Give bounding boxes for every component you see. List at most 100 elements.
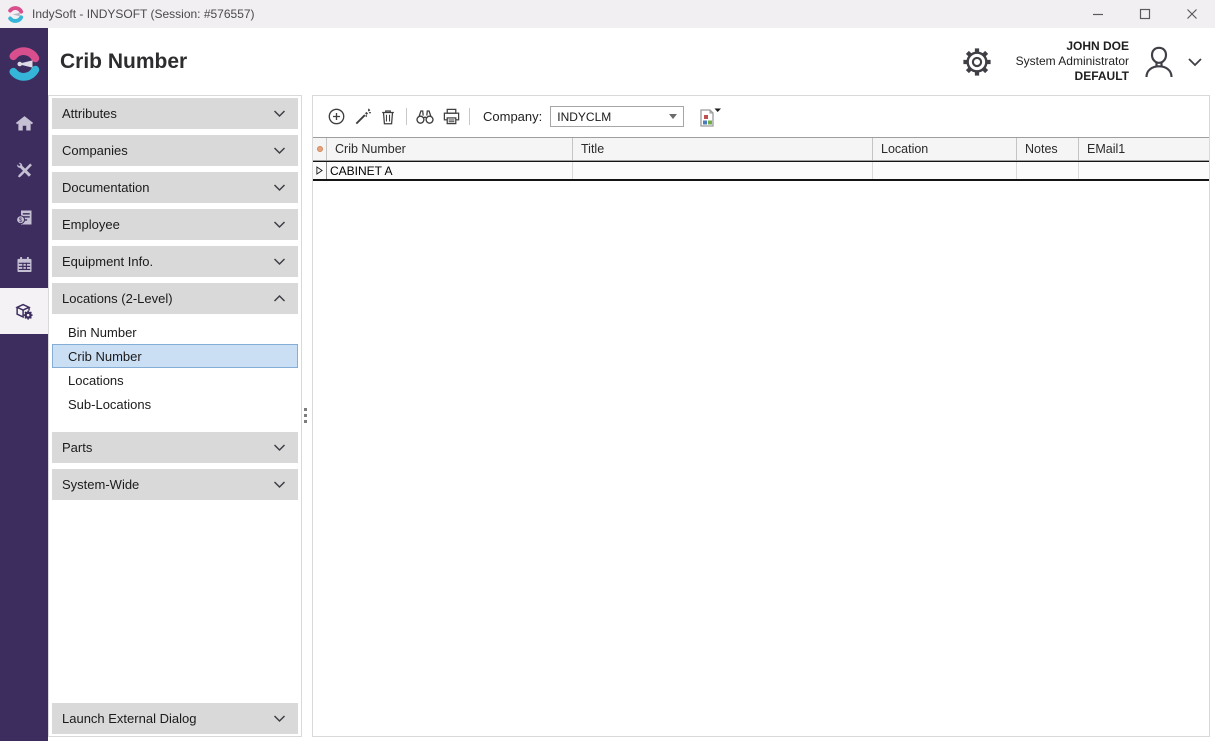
grid-header-row: Crib Number Title Location Notes EMail1 xyxy=(313,137,1209,161)
item-label: Sub-Locations xyxy=(68,397,151,412)
magic-wand-icon xyxy=(353,107,372,126)
maximize-button[interactable] xyxy=(1121,0,1168,28)
section-launch-external-dialog[interactable]: Launch External Dialog xyxy=(52,703,298,734)
cell-location xyxy=(873,162,1017,179)
minimize-button[interactable] xyxy=(1074,0,1121,28)
sidebar-item-crib-number[interactable]: Crib Number xyxy=(52,344,298,368)
print-button[interactable] xyxy=(438,104,464,130)
find-button[interactable] xyxy=(412,104,438,130)
toolbar: Company: INDYCLM xyxy=(313,96,1209,137)
user-avatar-icon xyxy=(1139,42,1179,82)
section-label: System-Wide xyxy=(62,477,139,492)
svg-text:$: $ xyxy=(18,217,22,224)
main-panel: Company: INDYCLM Crib Number Title Locat… xyxy=(312,95,1210,737)
section-label: Equipment Info. xyxy=(62,254,153,269)
cube-gear-icon xyxy=(13,300,35,322)
section-companies[interactable]: Companies xyxy=(52,135,298,166)
nav-billing[interactable]: $ xyxy=(0,194,48,241)
cell-email1 xyxy=(1079,162,1209,179)
close-icon xyxy=(1186,8,1198,20)
invoice-icon: $ xyxy=(14,207,35,228)
column-header-email1[interactable]: EMail1 xyxy=(1079,138,1209,160)
section-label: Employee xyxy=(62,217,120,232)
table-row[interactable]: CABINET A xyxy=(313,161,1209,181)
maximize-icon xyxy=(1139,8,1151,20)
cell-notes xyxy=(1017,162,1079,179)
cell-title xyxy=(573,162,873,179)
calendar-icon xyxy=(14,254,35,275)
company-value: INDYCLM xyxy=(557,110,611,124)
section-label: Attributes xyxy=(62,106,117,121)
section-attributes[interactable]: Attributes xyxy=(52,98,298,129)
locations-items: Bin Number Crib Number Locations Sub-Loc… xyxy=(52,320,298,416)
titlebar: IndySoft - INDYSOFT (Session: #576557) xyxy=(0,0,1215,28)
splitter-handle-icon xyxy=(304,408,307,423)
toolbar-separator xyxy=(406,108,407,125)
binoculars-icon xyxy=(415,107,435,126)
nav-calendar[interactable] xyxy=(0,241,48,288)
section-system-wide[interactable]: System-Wide xyxy=(52,469,298,500)
section-label: Companies xyxy=(62,143,128,158)
chevron-down-icon xyxy=(271,710,288,727)
chevron-down-icon xyxy=(271,253,288,270)
add-button[interactable] xyxy=(323,104,349,130)
chevron-down-icon xyxy=(271,142,288,159)
nav-home[interactable] xyxy=(0,100,48,147)
user-info: JOHN DOE System Administrator DEFAULT xyxy=(1016,39,1129,84)
user-name: JOHN DOE xyxy=(1016,39,1129,54)
section-documentation[interactable]: Documentation xyxy=(52,172,298,203)
sidebar-item-locations[interactable]: Locations xyxy=(52,368,298,392)
user-menu-button[interactable] xyxy=(1185,52,1205,72)
panel-splitter[interactable] xyxy=(302,95,312,737)
nav-tools[interactable] xyxy=(0,147,48,194)
nav-rail: $ xyxy=(0,28,48,741)
row-pointer-icon xyxy=(316,166,323,175)
section-label: Launch External Dialog xyxy=(62,711,196,726)
app-logo-icon xyxy=(7,6,24,23)
section-equipment-info[interactable]: Equipment Info. xyxy=(52,246,298,277)
row-marker-cell xyxy=(313,162,327,179)
minimize-icon xyxy=(1092,8,1104,20)
add-circle-icon xyxy=(327,107,346,126)
section-employee[interactable]: Employee xyxy=(52,209,298,240)
section-parts[interactable]: Parts xyxy=(52,432,298,463)
nav-inventory[interactable] xyxy=(0,288,48,334)
column-header-crib-number[interactable]: Crib Number xyxy=(327,138,573,160)
indysoft-logo-icon xyxy=(0,28,48,100)
layout-options-icon xyxy=(696,106,722,130)
window-controls xyxy=(1074,0,1215,28)
company-label: Company: xyxy=(483,109,542,124)
sidebar-item-sub-locations[interactable]: Sub-Locations xyxy=(52,392,298,416)
trash-icon xyxy=(379,108,397,126)
section-label: Documentation xyxy=(62,180,149,195)
avatar[interactable] xyxy=(1139,42,1179,82)
chevron-down-icon xyxy=(1185,52,1205,72)
close-button[interactable] xyxy=(1168,0,1215,28)
printer-icon xyxy=(442,107,461,126)
section-label: Locations (2-Level) xyxy=(62,291,173,306)
user-company: DEFAULT xyxy=(1016,69,1129,84)
page-title: Crib Number xyxy=(60,50,187,74)
item-label: Bin Number xyxy=(68,325,137,340)
header-right: JOHN DOE System Administrator DEFAULT xyxy=(960,39,1215,84)
crib-grid: Crib Number Title Location Notes EMail1 … xyxy=(313,137,1209,181)
sidebar-item-bin-number[interactable]: Bin Number xyxy=(52,320,298,344)
edit-wand-button[interactable] xyxy=(349,104,375,130)
section-locations-2-level[interactable]: Locations (2-Level) xyxy=(52,283,298,314)
chevron-down-icon xyxy=(271,216,288,233)
column-header-location[interactable]: Location xyxy=(873,138,1017,160)
delete-button[interactable] xyxy=(375,104,401,130)
item-label: Crib Number xyxy=(68,349,142,364)
dropdown-caret-icon xyxy=(669,114,677,119)
company-select[interactable]: INDYCLM xyxy=(550,106,684,127)
layout-options-button[interactable] xyxy=(696,104,724,130)
cell-crib-number: CABINET A xyxy=(327,162,573,179)
window-title: IndySoft - INDYSOFT (Session: #576557) xyxy=(32,7,255,21)
column-header-notes[interactable]: Notes xyxy=(1017,138,1079,160)
tools-icon xyxy=(14,160,35,181)
grid-marker-header[interactable] xyxy=(313,138,327,160)
column-header-title[interactable]: Title xyxy=(573,138,873,160)
settings-button[interactable] xyxy=(960,45,994,79)
chevron-up-icon xyxy=(271,290,288,307)
page-header: Crib Number xyxy=(48,28,1215,95)
